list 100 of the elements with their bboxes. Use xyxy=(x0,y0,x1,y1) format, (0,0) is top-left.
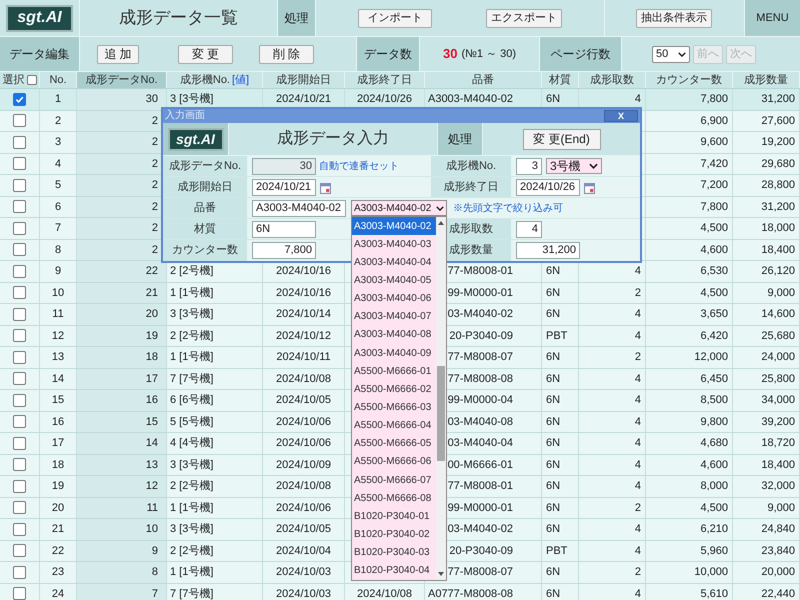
scroll-up-icon[interactable] xyxy=(438,221,444,225)
text-field[interactable]: 6N xyxy=(252,220,316,238)
column-header[interactable]: 品番 xyxy=(425,72,542,88)
column-header[interactable]: 成形開始日 xyxy=(263,72,345,88)
dropdown-option[interactable]: A5500-M6666-05 xyxy=(352,434,436,453)
dropdown-option[interactable]: B1020-P3040-01 xyxy=(352,507,436,526)
column-header[interactable]: 成形機No. [値] xyxy=(167,72,263,88)
row-checkbox[interactable] xyxy=(13,308,26,321)
material-text: 6N xyxy=(546,522,560,537)
dropdown-option[interactable]: A5500-M6666-07 xyxy=(352,470,436,490)
dropdown-option[interactable]: A5500-M6666-01 xyxy=(352,362,436,380)
section-label: ページ行数 xyxy=(540,37,622,71)
text-field[interactable]: 2024/10/26 xyxy=(516,178,580,196)
part-number: 77-M8008-07 xyxy=(448,350,513,365)
record-number: 19 xyxy=(146,328,158,344)
counter-value: 5,610 xyxy=(700,586,728,600)
dropdown-option[interactable]: A3003-M4040-06 xyxy=(352,290,436,308)
import-button[interactable]: インポート xyxy=(358,8,432,28)
add-button[interactable]: 追 加 xyxy=(97,44,139,64)
counter-value: 8,500 xyxy=(700,393,728,408)
dropdown-option[interactable]: A3003-M4040-05 xyxy=(352,271,436,290)
text-field[interactable]: 7,800 xyxy=(252,242,316,259)
filter-button[interactable]: 抽出条件表示 xyxy=(636,8,712,28)
text-field[interactable]: 4 xyxy=(516,220,542,238)
record-number: 8 xyxy=(152,565,158,580)
row-checkbox[interactable] xyxy=(13,415,26,428)
column-header[interactable]: 成形終了日 xyxy=(345,72,425,88)
counter-value: 6,450 xyxy=(700,372,728,386)
column-header[interactable]: 成形データNo. xyxy=(77,72,167,88)
column-header[interactable]: No. xyxy=(40,72,77,88)
column-header[interactable]: 成形数量 xyxy=(733,72,800,88)
row-checkbox[interactable] xyxy=(13,178,26,192)
row-checkbox[interactable] xyxy=(13,436,26,450)
part-select[interactable]: A3003-M4040-02 xyxy=(351,200,447,216)
dropdown-option[interactable]: A3003-M4040-09 xyxy=(352,344,436,362)
row-checkbox[interactable] xyxy=(13,243,26,256)
row-checkbox[interactable] xyxy=(13,501,26,514)
machine-name: 3 [3号機] xyxy=(170,307,214,322)
column-header[interactable]: 成形取数 xyxy=(579,72,646,88)
quantity-value: 14,600 xyxy=(761,307,795,322)
row-checkbox[interactable] xyxy=(13,200,26,214)
column-header[interactable]: 材質 xyxy=(542,72,579,88)
export-button[interactable]: エクスポート xyxy=(486,8,562,28)
counter-value: 4,680 xyxy=(700,436,728,451)
row-checkbox[interactable] xyxy=(13,329,26,342)
column-header[interactable]: カウンター数 xyxy=(646,72,733,88)
checkmark-icon xyxy=(15,94,24,104)
quantity-value: 20,000 xyxy=(761,565,795,580)
calendar-icon[interactable] xyxy=(584,183,595,194)
dropdown-option[interactable]: A3003-M4040-02 xyxy=(352,217,436,236)
row-checkbox[interactable] xyxy=(13,157,26,170)
machine-select[interactable]: 3号機 xyxy=(546,158,602,174)
row-checkbox[interactable] xyxy=(13,136,26,149)
row-checkbox[interactable] xyxy=(13,394,26,407)
update-button[interactable]: 変 更(End) xyxy=(522,128,600,150)
select-all-checkbox[interactable] xyxy=(26,75,36,85)
dropdown-option[interactable]: A3003-M4040-07 xyxy=(352,308,436,326)
row-number: 12 xyxy=(52,328,64,344)
part-number: A3003-M4040-02 xyxy=(428,92,513,107)
calendar-icon[interactable] xyxy=(320,183,331,194)
row-checkbox[interactable] xyxy=(13,286,26,300)
counter-value: 7,800 xyxy=(700,92,728,107)
scroll-down-icon[interactable] xyxy=(438,572,444,576)
dropdown-option[interactable]: A3003-M4040-08 xyxy=(352,326,436,344)
dropdown-option[interactable]: B1020-P3040-03 xyxy=(352,544,436,562)
row-checkbox[interactable] xyxy=(13,92,26,106)
row-checkbox[interactable] xyxy=(13,480,26,493)
row-checkbox[interactable] xyxy=(13,372,26,386)
dropdown-option[interactable]: A5500-M6666-03 xyxy=(352,398,436,417)
scrollbar-thumb[interactable] xyxy=(437,366,445,461)
menu-button[interactable]: MENU xyxy=(745,0,800,36)
text-field[interactable]: A3003-M4040-02 xyxy=(252,200,346,216)
text-field[interactable]: 31,200 xyxy=(516,242,580,259)
row-checkbox[interactable] xyxy=(13,566,26,579)
edit-button[interactable]: 変 更 xyxy=(178,44,233,64)
dropdown-option[interactable]: A5500-M6666-08 xyxy=(352,489,436,508)
row-checkbox[interactable] xyxy=(13,458,26,472)
text-field[interactable]: 2024/10/21 xyxy=(252,178,316,196)
counter-value: 9,600 xyxy=(700,135,728,150)
row-checkbox[interactable] xyxy=(13,114,26,128)
close-button[interactable]: X xyxy=(604,110,638,122)
text-field[interactable]: 3 xyxy=(516,158,542,174)
dropdown-option[interactable]: A5500-M6666-02 xyxy=(352,380,436,398)
column-header[interactable]: 選択 xyxy=(0,72,40,88)
row-checkbox[interactable] xyxy=(13,544,26,558)
dropdown-option[interactable]: B1020-P3040-02 xyxy=(352,525,436,544)
dropdown-option[interactable]: A5500-M6666-06 xyxy=(352,452,436,471)
row-checkbox[interactable] xyxy=(13,522,26,536)
dropdown-option[interactable]: B1020-P3040-04 xyxy=(352,562,436,580)
material-text: 6N xyxy=(546,393,560,408)
delete-button[interactable]: 削 除 xyxy=(259,44,314,64)
row-checkbox[interactable] xyxy=(13,222,26,235)
row-checkbox[interactable] xyxy=(13,587,26,600)
value-link[interactable]: [値] xyxy=(232,72,250,88)
scrollbar[interactable] xyxy=(436,217,446,580)
row-checkbox[interactable] xyxy=(13,264,26,278)
dropdown-option[interactable]: A5500-M6666-04 xyxy=(352,416,436,435)
page-rows-select[interactable]: 50 xyxy=(652,46,690,62)
record-number: 16 xyxy=(146,393,158,408)
row-checkbox[interactable] xyxy=(13,350,26,364)
